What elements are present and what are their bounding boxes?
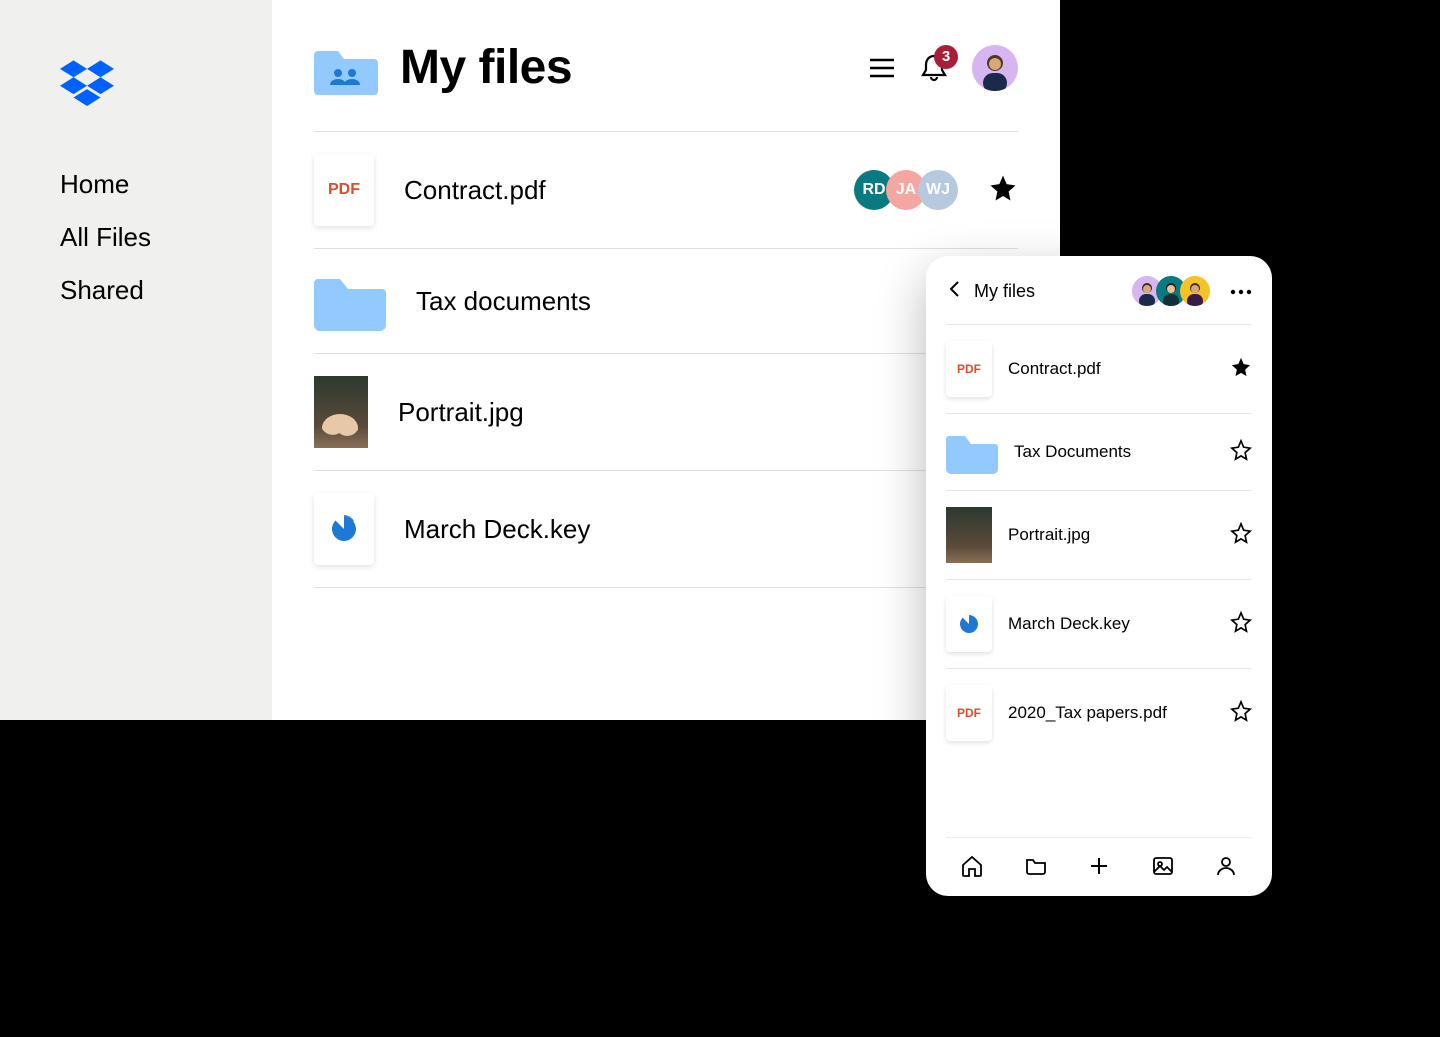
star-outline-icon[interactable]	[1230, 700, 1252, 727]
mobile-row-portrait[interactable]: Portrait.jpg	[946, 490, 1252, 579]
image-thumbnail	[314, 376, 368, 448]
mobile-row-contract[interactable]: PDF Contract.pdf	[946, 324, 1252, 413]
sidebar: Home All Files Shared	[0, 0, 272, 720]
star-filled-icon[interactable]	[988, 173, 1018, 208]
desktop-window: Home All Files Shared My files 3	[0, 0, 1060, 720]
star-outline-icon[interactable]	[1230, 439, 1252, 466]
sidebar-item-home[interactable]: Home	[60, 169, 272, 200]
tab-account-icon[interactable]	[1212, 852, 1240, 880]
star-outline-icon[interactable]	[1230, 522, 1252, 549]
pdf-file-icon: PDF	[314, 154, 374, 226]
mobile-row-march-deck[interactable]: March Deck.key	[946, 579, 1252, 668]
image-thumbnail	[946, 507, 992, 563]
mobile-row-tax-documents[interactable]: Tax Documents	[946, 413, 1252, 490]
sidebar-item-shared[interactable]: Shared	[60, 275, 272, 306]
mobile-header: My files	[946, 276, 1252, 306]
keynote-file-icon	[314, 493, 374, 565]
folder-icon	[946, 430, 998, 474]
file-row-portrait[interactable]: Portrait.jpg	[314, 353, 1018, 470]
file-row-march-deck[interactable]: March Deck.key	[314, 470, 1018, 588]
mobile-row-2020-tax-papers[interactable]: PDF 2020_Tax papers.pdf	[946, 668, 1252, 757]
profile-avatar[interactable]	[972, 45, 1018, 91]
notifications-button[interactable]: 3	[920, 53, 948, 83]
file-list: PDF Contract.pdf RD JA WJ	[314, 131, 1018, 588]
file-name: Portrait.jpg	[1008, 525, 1214, 545]
avatar	[1180, 276, 1210, 306]
pdf-file-icon: PDF	[946, 341, 992, 397]
pdf-file-icon: PDF	[946, 685, 992, 741]
file-name: Tax Documents	[1014, 442, 1214, 462]
file-name: March Deck.key	[1008, 614, 1214, 634]
avatar-wj: WJ	[918, 170, 958, 210]
keynote-file-icon	[946, 596, 992, 652]
tab-photos-icon[interactable]	[1149, 852, 1177, 880]
shared-with-avatars[interactable]: RD JA WJ	[862, 170, 958, 210]
star-filled-icon[interactable]	[1230, 356, 1252, 383]
notification-badge: 3	[934, 45, 958, 69]
mobile-panel: My files PDF Contract.pdf Tax Documents	[926, 256, 1272, 896]
file-row-contract[interactable]: PDF Contract.pdf RD JA WJ	[314, 131, 1018, 248]
sidebar-item-all-files[interactable]: All Files	[60, 222, 272, 253]
file-name: Portrait.jpg	[398, 397, 1018, 428]
mobile-title: My files	[974, 281, 1128, 302]
file-row-tax-documents[interactable]: Tax documents	[314, 248, 1018, 353]
file-name: Contract.pdf	[404, 175, 832, 206]
mobile-file-list: PDF Contract.pdf Tax Documents Portrait.…	[946, 324, 1252, 829]
mobile-shared-avatars[interactable]	[1138, 276, 1210, 306]
tab-add-icon[interactable]	[1085, 852, 1113, 880]
tab-home-icon[interactable]	[958, 852, 986, 880]
shared-folder-icon	[314, 41, 378, 95]
menu-icon[interactable]	[868, 56, 896, 80]
pdf-label: PDF	[328, 181, 360, 199]
file-name: 2020_Tax papers.pdf	[1008, 703, 1214, 723]
tab-files-icon[interactable]	[1022, 852, 1050, 880]
mobile-tab-bar	[946, 837, 1252, 896]
header: My files 3	[314, 40, 1018, 95]
back-button[interactable]	[946, 280, 964, 303]
page-title: My files	[400, 40, 868, 95]
star-outline-icon[interactable]	[1230, 611, 1252, 638]
file-name: Contract.pdf	[1008, 359, 1214, 379]
dropbox-logo-icon[interactable]	[60, 60, 272, 113]
more-options-icon[interactable]	[1230, 282, 1252, 300]
folder-icon	[314, 271, 386, 331]
